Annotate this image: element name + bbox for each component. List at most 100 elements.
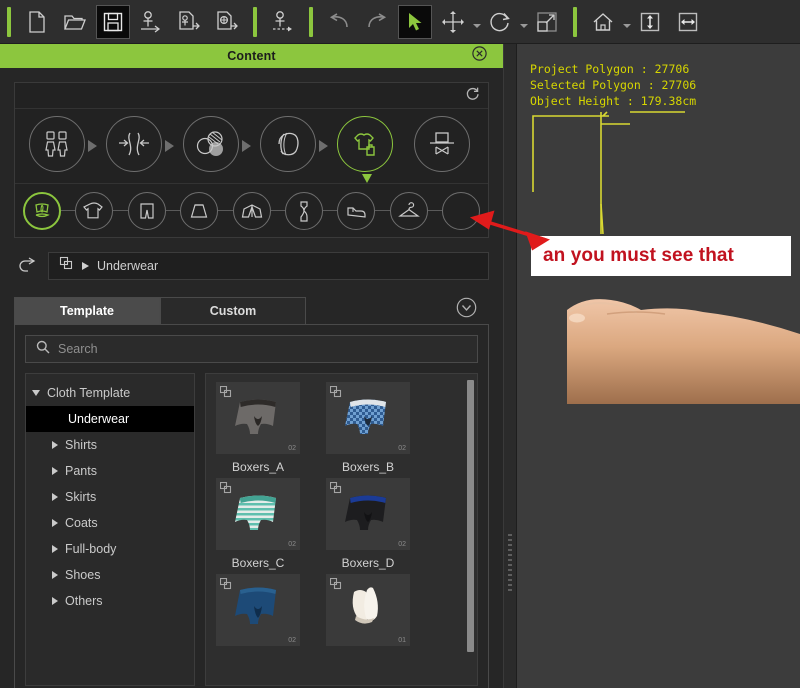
expand-collapse-icon[interactable]	[52, 571, 58, 579]
asset-badge: 02	[288, 541, 296, 548]
select-cursor-icon[interactable]	[398, 4, 432, 39]
move-dropdown-caret-icon[interactable]	[472, 7, 481, 37]
asset-label: Boxers_D	[341, 556, 395, 570]
content-panel-titlebar: Content	[0, 44, 503, 68]
new-file-icon[interactable]	[20, 5, 54, 39]
rotate-dropdown-caret-icon[interactable]	[519, 7, 528, 37]
chevron-down-icon[interactable]	[456, 297, 477, 323]
export-avatar-icon[interactable]	[266, 5, 300, 39]
tab-custom[interactable]: Custom	[160, 297, 306, 324]
import-avatar-icon[interactable]	[134, 5, 168, 39]
hanger-type[interactable]	[389, 191, 428, 230]
shirt-type[interactable]	[75, 191, 114, 230]
expand-collapse-icon[interactable]	[52, 441, 58, 449]
empty-type[interactable]	[442, 191, 480, 230]
type-connector	[218, 210, 233, 211]
home-view-icon[interactable]	[586, 5, 620, 39]
fit-horizontal-icon[interactable]	[671, 5, 705, 39]
import-avatar-file-icon[interactable]	[172, 5, 206, 39]
underwear-type[interactable]	[23, 191, 61, 230]
scale-gizmo-icon[interactable]	[530, 5, 564, 39]
tree-node-underwear[interactable]: Underwear	[26, 406, 194, 432]
expand-collapse-icon[interactable]	[52, 493, 58, 501]
home-dropdown-caret-icon[interactable]	[622, 7, 631, 37]
asset-thumbnail[interactable]: 02	[326, 478, 410, 550]
tree-node-shirts[interactable]: Shirts	[26, 432, 194, 458]
tree-node-coats[interactable]: Coats	[26, 510, 194, 536]
main-toolbar	[0, 0, 800, 44]
open-folder-icon[interactable]	[58, 5, 92, 39]
save-icon[interactable]	[96, 4, 130, 39]
asset-thumbnail[interactable]: 01	[326, 574, 410, 646]
import-object-icon[interactable]	[210, 5, 244, 39]
expand-collapse-icon[interactable]	[32, 390, 40, 396]
type-connector	[322, 210, 338, 211]
redo-icon[interactable]	[360, 5, 394, 39]
category-selector	[14, 82, 489, 238]
asset-item[interactable]: 02 Boxers_B	[326, 382, 410, 474]
asset-type-icon	[219, 481, 232, 499]
toolbar-separator	[309, 6, 313, 37]
avatar-category[interactable]	[29, 116, 98, 176]
coat-type[interactable]	[232, 191, 271, 230]
asset-badge: 02	[288, 445, 296, 452]
expand-collapse-icon[interactable]	[52, 519, 58, 527]
3d-viewport[interactable]: Project Polygon : 27706 Selected Polygon…	[517, 44, 800, 688]
search-input[interactable]: Search	[25, 335, 478, 363]
tree-node-skirts[interactable]: Skirts	[26, 484, 194, 510]
fabric-category[interactable]	[183, 116, 252, 176]
asset-item[interactable]: 02	[216, 574, 300, 652]
undo-icon[interactable]	[322, 5, 356, 39]
accessory-category[interactable]	[413, 116, 474, 176]
tree-node-pants[interactable]: Pants	[26, 458, 194, 484]
measure-category[interactable]	[106, 116, 175, 176]
back-icon[interactable]	[8, 257, 48, 275]
expand-collapse-icon[interactable]	[52, 597, 58, 605]
asset-grid-scrollbar[interactable]	[467, 380, 474, 652]
tree-node-shoes[interactable]: Shoes	[26, 562, 194, 588]
tree-node-full-body[interactable]: Full-body	[26, 536, 194, 562]
content-panel: Content Underwear Template Custom Search…	[0, 44, 503, 688]
asset-badge: 02	[288, 637, 296, 644]
panel-splitter[interactable]	[503, 44, 517, 688]
page-title: Content	[227, 49, 276, 63]
tree-node-label: Shoes	[65, 568, 101, 582]
close-icon[interactable]	[472, 46, 487, 66]
expand-collapse-icon[interactable]	[52, 545, 58, 553]
search-placeholder: Search	[58, 342, 98, 356]
breadcrumb: Underwear	[8, 252, 489, 280]
splitter-grip[interactable]	[508, 534, 512, 591]
toolbar-separator	[7, 6, 11, 37]
tree-node-others[interactable]: Others	[26, 588, 194, 614]
hair-category[interactable]	[259, 116, 328, 176]
tree-node-cloth-template[interactable]: Cloth Template	[26, 380, 194, 406]
fit-vertical-icon[interactable]	[633, 5, 667, 39]
skirt-type[interactable]	[180, 191, 219, 230]
tab-template[interactable]: Template	[14, 297, 160, 324]
tree-node-label: Underwear	[68, 412, 130, 426]
application-window: Content Underwear Template Custom Search…	[0, 0, 800, 688]
dress-type[interactable]	[284, 191, 323, 230]
pants-type[interactable]	[127, 191, 166, 230]
asset-item[interactable]: 02 Boxers_C	[216, 478, 300, 570]
asset-badge: 02	[398, 445, 406, 452]
asset-thumbnail[interactable]: 02	[216, 382, 300, 454]
template-tab-pane: Search Cloth Template Underwear Shirts P…	[14, 324, 489, 688]
asset-thumbnail[interactable]: 02	[216, 478, 300, 550]
asset-label: Boxers_B	[341, 460, 395, 474]
expand-collapse-icon[interactable]	[52, 467, 58, 475]
asset-thumbnail[interactable]: 02	[216, 574, 300, 646]
asset-item[interactable]: 02 Boxers_A	[216, 382, 300, 474]
asset-item[interactable]: 02 Boxers_D	[326, 478, 410, 570]
asset-thumbnail[interactable]: 02	[326, 382, 410, 454]
tree-node-label: Shirts	[65, 438, 97, 452]
asset-item[interactable]: 01	[326, 574, 410, 652]
type-connector	[427, 210, 442, 211]
refresh-icon[interactable]	[465, 86, 480, 106]
rotate-gizmo-icon[interactable]	[483, 5, 517, 39]
shoes-type[interactable]	[337, 191, 376, 230]
breadcrumb-bar[interactable]: Underwear	[48, 252, 489, 280]
garment-category[interactable]	[336, 116, 397, 183]
move-gizmo-icon[interactable]	[436, 5, 470, 39]
asset-label: Boxers_A	[231, 460, 285, 474]
